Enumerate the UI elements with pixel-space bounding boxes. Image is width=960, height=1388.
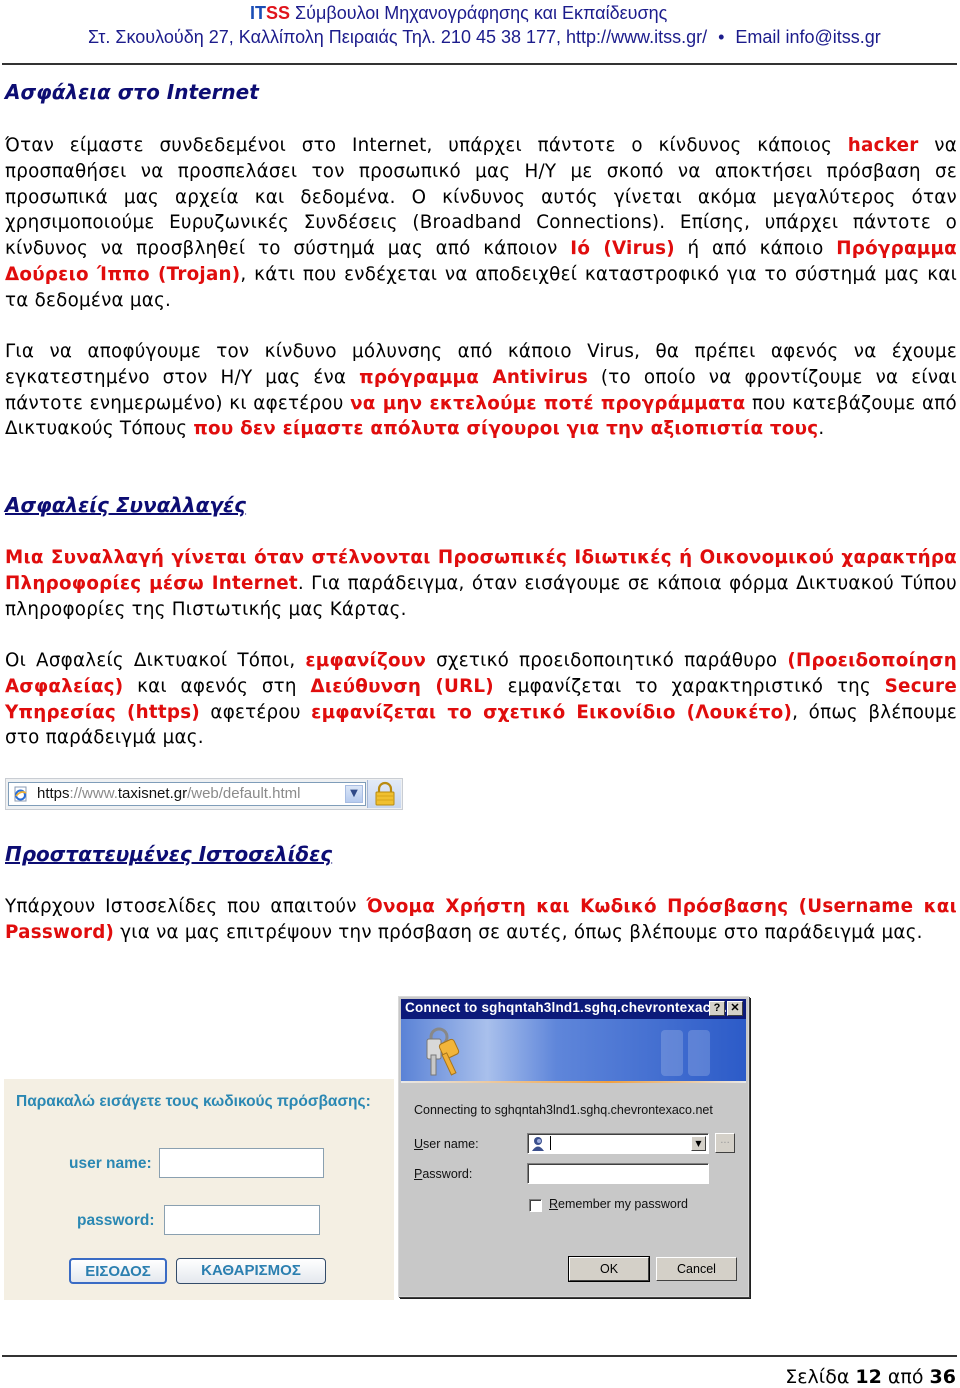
heading-protected-pages: Προστατευμένες Ιστοσελίδες: [5, 842, 333, 866]
username-input[interactable]: [159, 1148, 324, 1178]
email-label: Email: [735, 27, 781, 47]
connecting-text: Connecting to sghqntah3lnd1.sghq.chevron…: [414, 1103, 713, 1117]
heading-internet-safety: Ασφάλεια στο Internet: [5, 80, 259, 104]
username-label: user name:: [69, 1155, 152, 1172]
ok-button[interactable]: OK: [568, 1256, 650, 1282]
highlighted-text: Ιό (Virus): [570, 238, 675, 260]
greek-login-form: Παρακαλώ εισάγετε τους κωδικούς πρόσβαση…: [4, 1079, 394, 1300]
highlighted-text: Διεύθυνση (URL): [310, 675, 494, 697]
contact-line: Στ. Σκουλούδη 27, Καλλίπολη Πειραιάς Τηλ…: [88, 27, 881, 48]
password-input[interactable]: [164, 1205, 320, 1235]
password-label: password:: [77, 1212, 155, 1229]
highlighted-text: να μην εκτελούμε ποτέ προγράμματα: [350, 392, 746, 414]
close-button[interactable]: ✕: [727, 1001, 743, 1016]
brand-logo-it: IT: [250, 3, 266, 23]
footer-divider: [2, 1355, 957, 1357]
body-text: αφετέρου: [199, 701, 312, 723]
address-bar-example: https://www.taxisnet.gr/web/default.html…: [5, 778, 403, 810]
dialog-password-label: Password:: [414, 1167, 473, 1181]
email-link[interactable]: info@itss.gr: [785, 27, 880, 47]
page-label: Σελίδα: [785, 1366, 850, 1388]
body-text: εμφανίζεται το χαρακτηριστικό της: [493, 675, 885, 697]
page-current: 12: [855, 1366, 882, 1388]
body-text: Όταν είμαστε συνδεδεμένοι στο Internet, …: [5, 135, 848, 156]
remember-password-checkbox[interactable]: [529, 1199, 542, 1212]
paragraph-credentials: Υπάρχουν Ιστοσελίδες που απαιτούν Όνομα …: [5, 894, 957, 946]
body-text: για να μας επιτρέψουν την πρόσβαση σε αυ…: [114, 921, 923, 943]
body-text: ή από κάποιο: [674, 238, 837, 260]
ie-page-icon: [14, 786, 27, 802]
body-text: Οι Ασφαλείς Δικτυακοί Τόποι,: [5, 650, 306, 671]
heading-secure-transactions: Ασφαλείς Συναλλαγές: [5, 493, 247, 517]
paragraph-antivirus: Για να αποφύγουμε τον κίνδυνο μόλυνσης α…: [5, 339, 957, 442]
highlighted-text: που δεν είμαστε απόλυτα σίγουροι για την…: [193, 418, 819, 440]
banner-accent-line: [401, 1081, 746, 1083]
dialog-banner: [401, 1019, 746, 1083]
text-caret: [550, 1136, 551, 1150]
banner-watermark-icon: [661, 1030, 710, 1076]
dialog-password-input[interactable]: [527, 1163, 709, 1184]
username-dropdown-button[interactable]: ▼: [691, 1136, 706, 1151]
user-icon: [532, 1137, 544, 1151]
keys-icon: [426, 1027, 460, 1076]
paragraph-transaction-definition: Μια Συναλλαγή γίνεται όταν στέλνονται Πρ…: [5, 545, 957, 622]
body-text: σχετικό προειδοποιητικό παράθυρο: [426, 650, 788, 671]
highlighted-text: πρόγραμμα Antivirus: [359, 366, 589, 388]
url-text: https://www.taxisnet.gr/web/default.html: [37, 785, 301, 802]
dialog-username-label: User name:: [414, 1137, 479, 1151]
clear-button[interactable]: ΚΑΘΑΡΙΣΜΟΣ: [176, 1258, 326, 1284]
address-text: Στ. Σκουλούδη 27, Καλλίπολη Πειραιάς Τηλ…: [88, 27, 708, 47]
paragraph-secure-sites: Οι Ασφαλείς Δικτυακοί Τόποι, εμφανίζουν …: [5, 648, 957, 751]
remember-password-label[interactable]: Remember my password: [549, 1197, 688, 1211]
padlock-icon: [375, 781, 395, 806]
page-total: 36: [929, 1366, 956, 1388]
page-sep: από: [887, 1366, 924, 1388]
windows-connect-dialog: Connect to sghqntah3lnd1.sghq.chevrontex…: [398, 996, 749, 1297]
paragraph-internet-risks: Όταν είμαστε συνδεδεμένοι στο Internet, …: [5, 133, 957, 314]
highlighted-text: hacker: [847, 135, 919, 156]
brand-logo-ss: SS: [266, 3, 291, 23]
company-name: Σύμβουλοι Μηχανογράφησης και Εκπαίδευσης: [290, 3, 668, 23]
body-text: .: [818, 418, 825, 440]
dialog-title: Connect to sghqntah3lnd1.sghq.chevrontex…: [405, 1000, 731, 1015]
highlighted-text: εμφανίζουν: [305, 650, 427, 671]
browse-users-button[interactable]: ...: [715, 1133, 735, 1153]
url-field[interactable]: https://www.taxisnet.gr/web/default.html…: [8, 782, 366, 806]
login-form-title: Παρακαλώ εισάγετε τους κωδικούς πρόσβαση…: [16, 1093, 371, 1110]
bullet-separator: •: [718, 27, 725, 47]
body-text: και αφενός στη: [123, 675, 311, 697]
url-dropdown-button[interactable]: ▼: [345, 785, 363, 803]
header-divider: [2, 63, 957, 65]
security-lock-button[interactable]: [367, 780, 401, 808]
dialog-username-combo[interactable]: ▼: [527, 1133, 709, 1154]
highlighted-text: εμφανίζεται το σχετικό Εικονίδιο (Λουκέτ…: [311, 701, 793, 723]
body-text: Υπάρχουν Ιστοσελίδες που απαιτούν: [5, 896, 367, 917]
help-button[interactable]: ?: [709, 1001, 725, 1016]
login-button[interactable]: ΕΙΣΟΔΟΣ: [69, 1258, 167, 1284]
page-number: Σελίδα 12 από 36: [785, 1366, 956, 1388]
cancel-button[interactable]: Cancel: [656, 1257, 737, 1281]
company-line: ITSS Σύμβουλοι Μηχανογράφησης και Εκπαίδ…: [250, 3, 667, 24]
dialog-titlebar[interactable]: Connect to sghqntah3lnd1.sghq.chevrontex…: [401, 999, 746, 1019]
